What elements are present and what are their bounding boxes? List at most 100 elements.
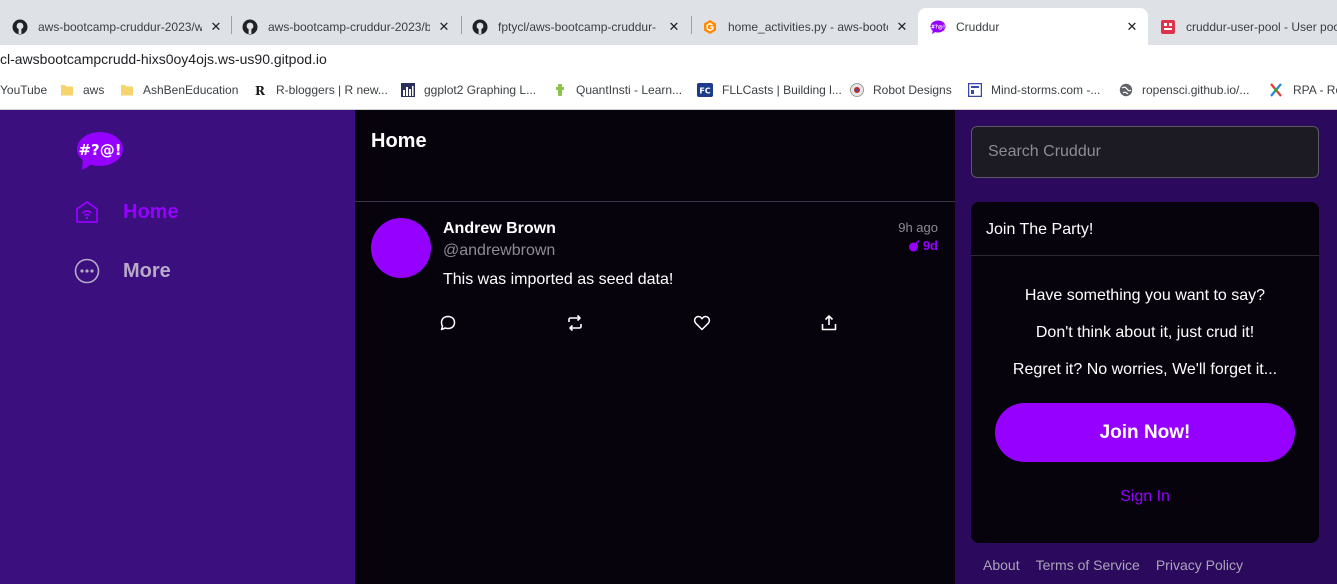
bookmark-label: AshBenEducation [143, 83, 239, 97]
mindstorms-icon [967, 82, 983, 98]
bookmark-label: RPA - Ro [1293, 83, 1337, 97]
bookmark-quantinsti[interactable]: QuantInsti - Learn... [553, 83, 682, 97]
join-text-line: Regret it? No worries, We'll forget it..… [1012, 361, 1278, 378]
reply-icon[interactable] [439, 314, 457, 332]
close-icon[interactable]: ✕ [894, 19, 910, 35]
footer-link-terms[interactable]: Terms of Service [1036, 557, 1140, 573]
aws-icon [1160, 19, 1176, 35]
close-icon[interactable]: ✕ [436, 19, 452, 35]
browser-tab-6[interactable]: cruddur-user-pool - User poo [1152, 8, 1337, 45]
svg-text:#?@!: #?@! [931, 24, 945, 30]
tab-title: aws-bootcamp-cruddur-2023/b [268, 19, 430, 34]
fllcasts-icon: FC [697, 83, 713, 97]
bookmark-ashbeneducation[interactable]: AshBenEducation [120, 83, 238, 97]
github-icon [242, 19, 258, 35]
footer-links: About Terms of Service Privacy Policy [983, 557, 1259, 573]
tab-title: Cruddur [956, 19, 1000, 34]
repost-icon[interactable] [566, 314, 584, 332]
browser-tab-strip: aws-bootcamp-cruddur-2023/w ✕ aws-bootca… [0, 0, 1337, 45]
tab-separator [691, 16, 692, 34]
logo-text: #?@! [78, 141, 121, 159]
github-icon [12, 19, 28, 35]
tab-separator [461, 16, 462, 34]
gitpod-icon [702, 19, 718, 35]
search-input[interactable] [971, 126, 1319, 178]
close-icon[interactable]: ✕ [208, 19, 224, 35]
bookmark-mindstorms[interactable]: Mind-storms.com -... [967, 82, 1101, 98]
bookmark-label: ropensci.github.io/... [1142, 83, 1250, 97]
bookmark-aws[interactable]: aws [60, 83, 104, 97]
footer-link-about[interactable]: About [983, 557, 1020, 573]
join-text-line: Have something you want to say? [1024, 287, 1266, 304]
join-now-button[interactable]: Join Now! [995, 403, 1295, 462]
github-icon [472, 19, 488, 35]
bookmark-youtube[interactable]: YouTube [0, 83, 47, 97]
svg-text:R: R [255, 84, 266, 97]
logo-icon: #?@! [77, 132, 123, 170]
sidebar-item-more[interactable]: More [74, 258, 171, 284]
address-url[interactable]: cl-awsbootcampcrudd-hixs0oy4ojs.ws-us90.… [0, 51, 327, 67]
join-card-header: Join The Party! [971, 202, 1319, 256]
right-panel: Join The Party! Have something you want … [955, 110, 1337, 584]
activity-message: This was imported as seed data! [443, 271, 674, 288]
tab-title: home_activities.py - aws-bootc [728, 19, 888, 34]
feed-header: Home [355, 110, 955, 202]
browser-tab-2[interactable]: aws-bootcamp-cruddur-2023/b ✕ [236, 8, 460, 45]
globe-icon [1119, 83, 1133, 97]
close-icon[interactable]: ✕ [1124, 19, 1140, 35]
avatar[interactable] [371, 218, 431, 278]
bookmark-label: QuantInsti - Learn... [576, 83, 683, 97]
rbloggers-icon: R [253, 83, 267, 98]
folder-icon [120, 83, 134, 97]
bookmark-ropensci[interactable]: ropensci.github.io/... [1119, 83, 1249, 97]
join-text-line: Don't think about it, just crud it! [1035, 324, 1255, 341]
bookmark-robot-designs[interactable]: Robot Designs [850, 83, 952, 97]
home-feed: Home Andrew Brown @andrewbrown This was … [355, 110, 955, 584]
address-bar[interactable]: cl-awsbootcampcrudd-hixs0oy4ojs.ws-us90.… [0, 45, 1337, 75]
bookmarks-bar: YouTube aws AshBenEducation R R-bloggers… [0, 75, 1337, 110]
bookmark-label: Mind-storms.com -... [991, 83, 1101, 97]
footer-link-privacy[interactable]: Privacy Policy [1156, 557, 1243, 573]
bomb-icon [908, 239, 920, 251]
bookmark-label: FLLCasts | Building l... [722, 83, 842, 97]
browser-tab-5-active[interactable]: #?@! Cruddur ✕ [918, 8, 1148, 45]
bookmark-label: YouTube [0, 83, 48, 97]
tab-separator [231, 16, 232, 34]
activity-handle[interactable]: @andrewbrown [443, 242, 555, 260]
sidebar: #?@! Home More [0, 110, 355, 584]
activity-created-time: 9h ago [898, 220, 938, 235]
chart-icon [401, 83, 415, 97]
like-icon[interactable] [693, 314, 711, 332]
sidebar-item-home[interactable]: Home [74, 199, 179, 225]
robot-icon [850, 83, 864, 97]
bookmark-ggplot2[interactable]: ggplot2 Graphing L... [401, 83, 536, 97]
bookmark-rpa[interactable]: RPA - Ro [1268, 83, 1337, 97]
activity-item[interactable]: Andrew Brown @andrewbrown This was impor… [355, 202, 955, 352]
browser-tab-1[interactable]: aws-bootcamp-cruddur-2023/w ✕ [8, 8, 232, 45]
join-card-title: Join The Party! [986, 221, 1094, 238]
tab-title: fptycl/aws-bootcamp-cruddur- [498, 19, 657, 34]
close-icon[interactable]: ✕ [666, 19, 682, 35]
rpa-icon [1268, 83, 1284, 97]
quantinsti-icon [553, 83, 567, 97]
sidebar-item-label: Home [123, 200, 179, 223]
browser-tab-4[interactable]: home_activities.py - aws-bootc ✕ [696, 8, 918, 45]
svg-text:FC: FC [699, 87, 710, 96]
bookmark-label: ggplot2 Graphing L... [424, 83, 537, 97]
bookmark-rbloggers[interactable]: R R-bloggers | R new... [253, 83, 388, 98]
bookmark-label: aws [83, 83, 105, 97]
tab-title: aws-bootcamp-cruddur-2023/w [38, 19, 202, 34]
page-title: Home [371, 130, 427, 152]
cruddur-icon: #?@! [930, 19, 946, 35]
cruddur-logo[interactable]: #?@! [76, 131, 124, 171]
more-icon [74, 258, 100, 284]
activity-expires-label: 9d [922, 238, 938, 253]
sign-in-link[interactable]: Sign In [971, 488, 1319, 506]
browser-tab-3[interactable]: fptycl/aws-bootcamp-cruddur- ✕ [466, 8, 690, 45]
folder-icon [60, 83, 74, 97]
bookmark-fllcasts[interactable]: FC FLLCasts | Building l... [697, 83, 842, 97]
tab-title: cruddur-user-pool - User poo [1186, 19, 1337, 34]
home-icon [74, 199, 100, 225]
activity-display-name[interactable]: Andrew Brown [443, 220, 556, 238]
share-icon[interactable] [820, 314, 838, 332]
